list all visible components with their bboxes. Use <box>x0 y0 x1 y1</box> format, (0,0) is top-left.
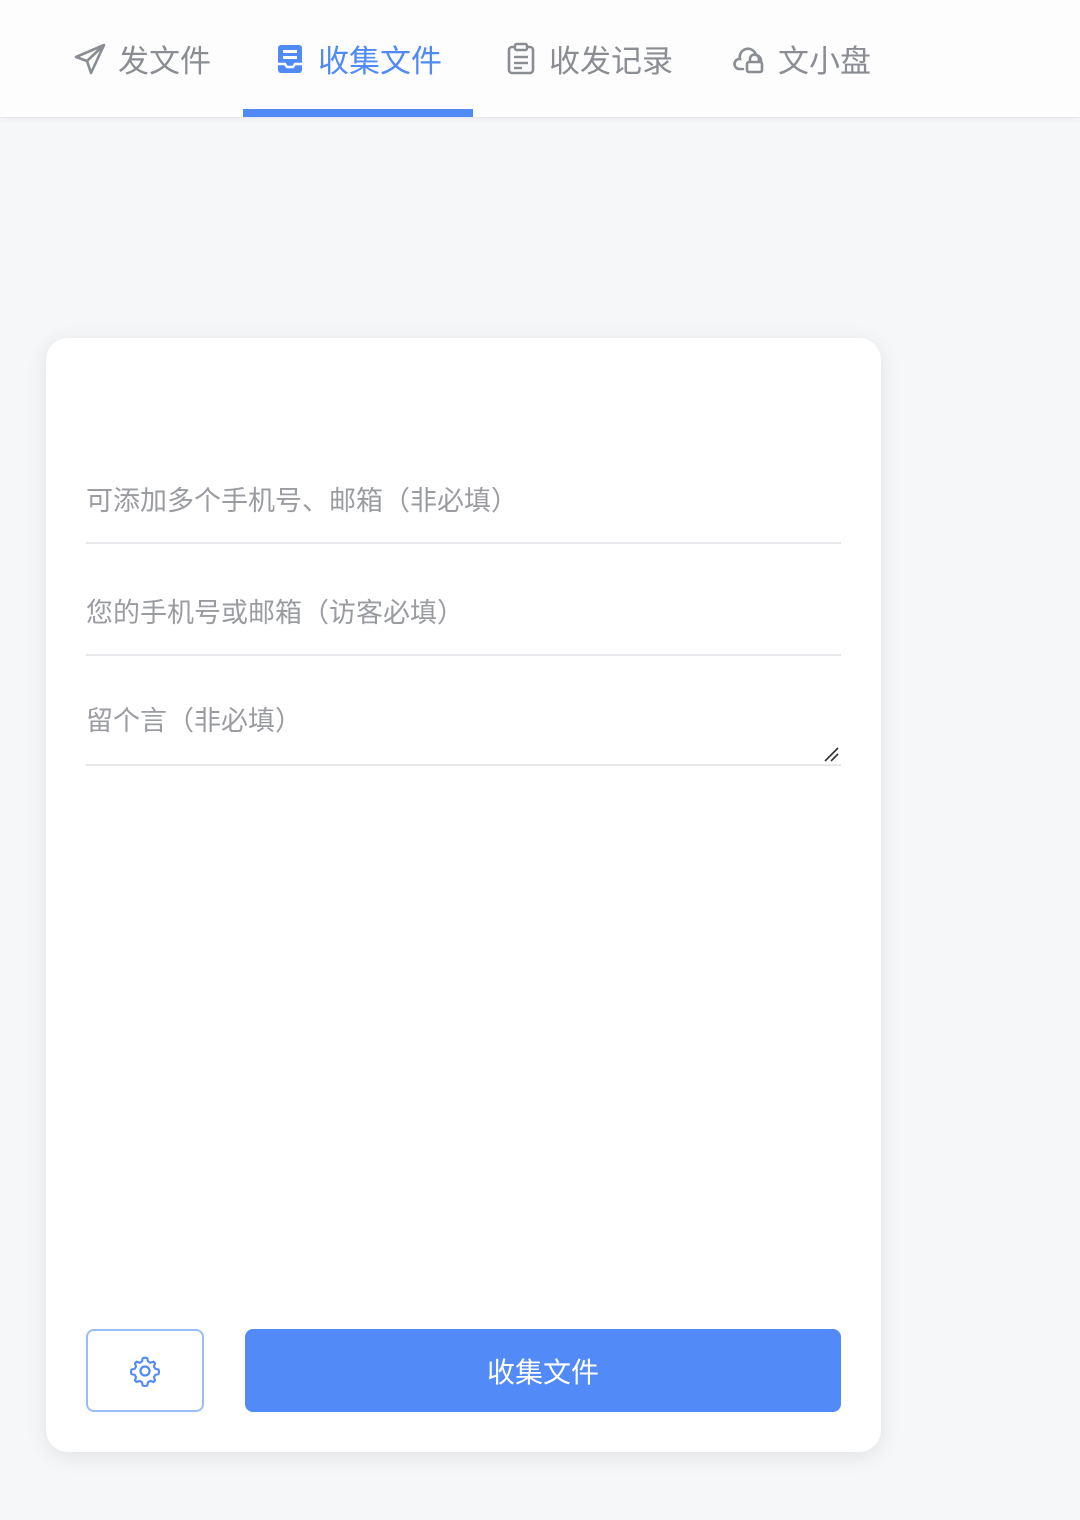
recipients-field-wrapper <box>86 478 841 544</box>
cloud-lock-icon <box>732 41 768 77</box>
tab-collect-file[interactable]: 收集文件 <box>272 0 442 117</box>
message-textarea[interactable] <box>86 702 841 762</box>
collect-file-button-label: 收集文件 <box>486 1355 599 1389</box>
tab-label: 文小盘 <box>778 44 871 80</box>
tab-label: 收集文件 <box>318 44 442 80</box>
inbox-icon <box>272 41 308 77</box>
resize-handle-icon[interactable] <box>823 746 839 762</box>
tab-records[interactable]: 收发记录 <box>503 0 673 117</box>
settings-button[interactable] <box>86 1329 204 1412</box>
tab-label: 发文件 <box>118 44 211 80</box>
paper-plane-icon <box>72 41 108 77</box>
message-field-wrapper <box>86 702 841 766</box>
clipboard-icon <box>503 41 539 77</box>
tab-cloud-disk[interactable]: 文小盘 <box>732 0 871 117</box>
collect-file-card: 收集文件 <box>46 338 881 1452</box>
tab-label: 收发记录 <box>549 44 673 80</box>
top-nav-bar: 发文件 收集文件 收发记录 文小盘 <box>0 0 1080 118</box>
gear-icon <box>128 1354 162 1388</box>
active-tab-indicator <box>243 109 473 117</box>
contact-field-wrapper <box>86 590 841 656</box>
recipients-input[interactable] <box>86 478 841 524</box>
contact-input[interactable] <box>86 590 841 636</box>
collect-file-button[interactable]: 收集文件 <box>245 1329 841 1412</box>
tab-send-file[interactable]: 发文件 <box>72 0 211 117</box>
